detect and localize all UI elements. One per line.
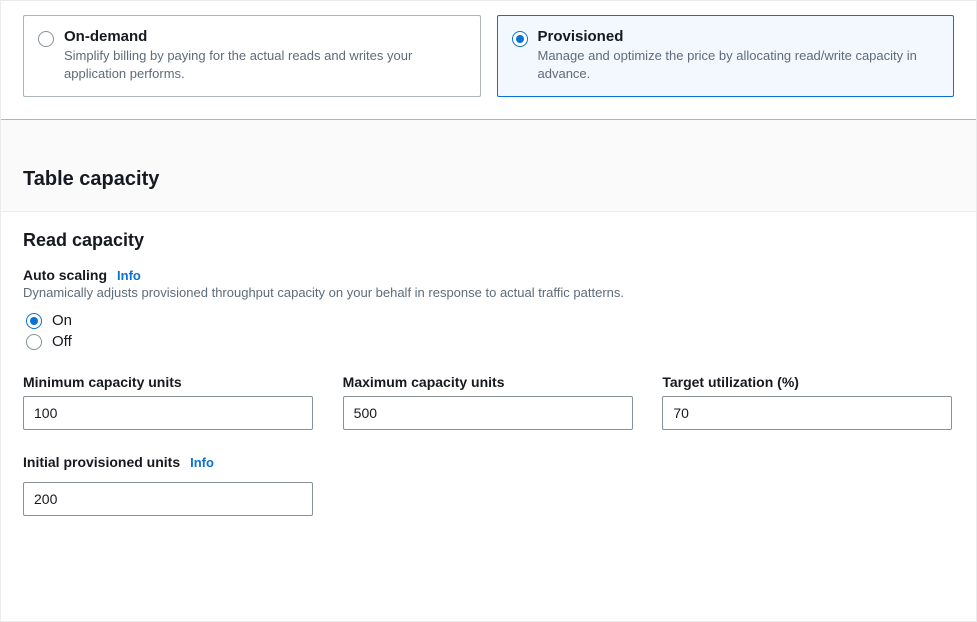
min-capacity-input[interactable] <box>23 396 313 430</box>
radio-icon <box>26 313 42 329</box>
auto-scaling-off[interactable]: Off <box>26 331 954 352</box>
radio-label: Off <box>52 333 72 350</box>
field-label: Maximum capacity units <box>343 374 635 390</box>
radio-label: On <box>52 312 72 329</box>
radio-icon <box>38 31 54 47</box>
field-label: Minimum capacity units <box>23 374 315 390</box>
auto-scaling-info-link[interactable]: Info <box>117 268 141 283</box>
mode-title: Provisioned <box>538 28 940 45</box>
spacer <box>1 120 976 150</box>
mode-description: Simplify billing by paying for the actua… <box>64 47 466 82</box>
target-utilization-field: Target utilization (%) <box>662 374 954 430</box>
min-capacity-field: Minimum capacity units <box>23 374 315 430</box>
auto-scaling-label: Auto scaling <box>23 267 107 283</box>
target-utilization-input[interactable] <box>662 396 952 430</box>
radio-icon <box>512 31 528 47</box>
field-label: Target utilization (%) <box>662 374 954 390</box>
read-capacity-heading: Read capacity <box>23 230 954 251</box>
auto-scaling-hint: Dynamically adjusts provisioned throughp… <box>23 285 954 300</box>
capacity-mode-provisioned[interactable]: Provisioned Manage and optimize the pric… <box>497 15 955 97</box>
initial-provisioned-input[interactable] <box>23 482 313 516</box>
initial-provisioned-field: Initial provisioned units Info <box>23 454 313 516</box>
mode-title: On-demand <box>64 28 466 45</box>
max-capacity-input[interactable] <box>343 396 633 430</box>
max-capacity-field: Maximum capacity units <box>343 374 635 430</box>
section-header: Table capacity <box>1 150 976 212</box>
table-capacity-heading: Table capacity <box>23 168 954 191</box>
mode-description: Manage and optimize the price by allocat… <box>538 47 940 82</box>
initial-provisioned-info-link[interactable]: Info <box>190 455 214 470</box>
radio-icon <box>26 334 42 350</box>
capacity-mode-selector: On-demand Simplify billing by paying for… <box>1 1 976 119</box>
field-label: Initial provisioned units <box>23 454 180 470</box>
auto-scaling-on[interactable]: On <box>26 310 954 331</box>
read-capacity-section: Read capacity Auto scaling Info Dynamica… <box>1 212 976 538</box>
capacity-mode-on-demand[interactable]: On-demand Simplify billing by paying for… <box>23 15 481 97</box>
